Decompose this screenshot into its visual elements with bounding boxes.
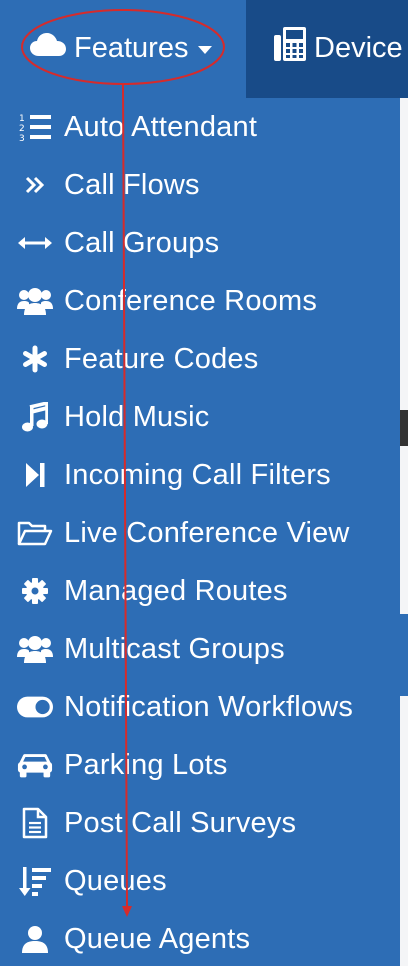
page-edge-blue-strip <box>400 614 408 696</box>
menu-item-queues[interactable]: Queues <box>0 852 400 910</box>
menu-item-auto-attendant[interactable]: 1 2 3 Auto Attendant <box>0 98 400 156</box>
menu-item-label: Managed Routes <box>64 575 288 607</box>
menu-item-label: Auto Attendant <box>64 111 258 143</box>
menu-item-managed-routes[interactable]: Managed Routes <box>0 562 400 620</box>
menu-item-call-flows[interactable]: Call Flows <box>0 156 400 214</box>
menu-item-notification-workflows[interactable]: Notification Workflows <box>0 678 400 736</box>
menu-item-label: Queues <box>64 865 167 897</box>
folder-open-icon <box>17 515 53 551</box>
double-chevron-right-icon <box>17 167 53 203</box>
features-label: Features <box>74 31 189 64</box>
features-dropdown-menu: 1 2 3 Auto Attendant Call Flows Call Gro… <box>0 98 400 966</box>
menu-item-label: Live Conference View <box>64 517 350 549</box>
users-icon <box>17 631 53 667</box>
menu-item-label: Notification Workflows <box>64 691 354 723</box>
devices-menu-button[interactable]: Device <box>246 0 408 98</box>
menu-item-label: Feature Codes <box>64 343 259 375</box>
menu-item-label: Post Call Surveys <box>64 807 297 839</box>
toggle-on-icon <box>17 689 53 725</box>
menu-item-label: Call Flows <box>64 169 200 201</box>
features-menu-button[interactable]: Features <box>0 0 246 98</box>
menu-item-post-call-surveys[interactable]: Post Call Surveys <box>0 794 400 852</box>
user-icon <box>17 921 53 957</box>
step-forward-icon <box>17 457 53 493</box>
gear-icon <box>17 573 53 609</box>
fax-icon <box>274 27 306 69</box>
menu-item-queue-agents[interactable]: Queue Agents <box>0 910 400 968</box>
menu-item-label: Multicast Groups <box>64 633 285 665</box>
menu-item-hold-music[interactable]: Hold Music <box>0 388 400 446</box>
cloud-icon <box>30 31 66 65</box>
menu-item-multicast-groups[interactable]: Multicast Groups <box>0 620 400 678</box>
menu-item-label: Hold Music <box>64 401 210 433</box>
page-background-edge <box>400 98 408 966</box>
users-icon <box>17 283 53 319</box>
menu-item-label: Parking Lots <box>64 749 228 781</box>
menu-item-incoming-call-filters[interactable]: Incoming Call Filters <box>0 446 400 504</box>
top-navigation: Features Device <box>0 0 408 98</box>
menu-item-label: Incoming Call Filters <box>64 459 331 491</box>
menu-item-label: Queue Agents <box>64 923 251 955</box>
car-icon <box>17 747 53 783</box>
numbered-list-icon: 1 2 3 <box>17 109 53 145</box>
music-note-icon <box>17 399 53 435</box>
menu-item-conference-rooms[interactable]: Conference Rooms <box>0 272 400 330</box>
menu-item-label: Call Groups <box>64 227 220 259</box>
caret-down-icon <box>198 46 213 54</box>
sort-amount-down-icon <box>17 863 53 899</box>
document-icon <box>17 805 53 841</box>
menu-item-feature-codes[interactable]: Feature Codes <box>0 330 400 388</box>
menu-item-live-conference-view[interactable]: Live Conference View <box>0 504 400 562</box>
svg-text:1: 1 <box>19 114 25 124</box>
menu-item-parking-lots[interactable]: Parking Lots <box>0 736 400 794</box>
svg-text:2: 2 <box>19 124 25 134</box>
page-edge-dark-strip <box>400 410 408 446</box>
menu-item-call-groups[interactable]: Call Groups <box>0 214 400 272</box>
devices-label: Device <box>314 31 403 64</box>
asterisk-icon <box>17 341 53 377</box>
arrows-horizontal-icon <box>17 225 53 261</box>
menu-item-label: Conference Rooms <box>64 285 318 317</box>
svg-text:3: 3 <box>19 134 25 142</box>
